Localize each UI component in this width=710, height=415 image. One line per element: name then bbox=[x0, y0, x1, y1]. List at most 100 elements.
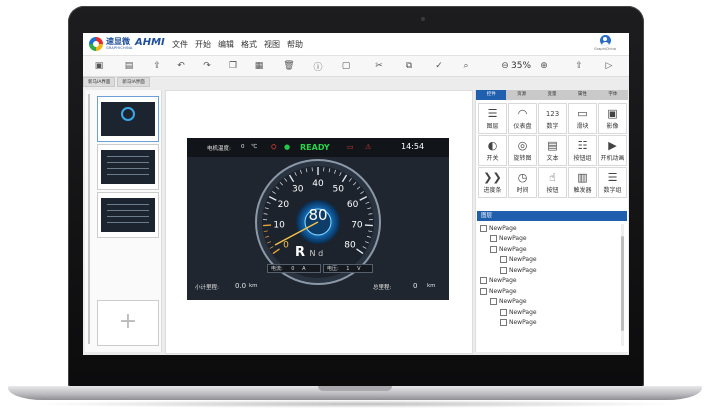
save-icon[interactable]: ▣ bbox=[93, 60, 105, 72]
page-tab[interactable]: 新马IA界面 bbox=[83, 77, 116, 87]
layer-label: NewPage bbox=[499, 245, 527, 253]
info-icon[interactable]: ⓘ bbox=[312, 60, 324, 73]
widget-label: 按钮 bbox=[546, 187, 559, 194]
gear-rest: N d bbox=[309, 249, 324, 258]
thumbnail-scrollbar[interactable] bbox=[88, 94, 90, 344]
layer-node[interactable]: NewPage bbox=[480, 286, 618, 297]
save-as-icon[interactable]: ▤ bbox=[123, 60, 135, 72]
widget-item[interactable]: ◠ 仪表盘 bbox=[508, 103, 537, 134]
widget-icon: ▭ bbox=[577, 107, 588, 120]
widget-item[interactable]: ☰ 数字组 bbox=[598, 167, 627, 198]
current-value: 0 bbox=[291, 266, 295, 272]
widget-item[interactable]: ▭ 滑块 bbox=[568, 103, 597, 134]
layer-node[interactable]: NewPage bbox=[480, 276, 618, 287]
layers-header: 图层 bbox=[477, 211, 627, 221]
upload-icon[interactable]: ⇧ bbox=[573, 60, 585, 72]
page-thumbnail[interactable] bbox=[97, 144, 159, 190]
layer-node[interactable]: NewPage bbox=[480, 234, 618, 245]
search-icon[interactable]: ⌕ bbox=[460, 60, 472, 72]
play-icon[interactable]: ▷ bbox=[603, 60, 615, 72]
widget-item[interactable]: 123 数字 bbox=[538, 103, 567, 134]
layer-node[interactable]: NewPage bbox=[480, 255, 618, 266]
delete-icon[interactable]: 🗑 bbox=[283, 60, 295, 72]
menu-item[interactable]: 开始 bbox=[195, 39, 211, 50]
layer-node[interactable]: NewPage bbox=[480, 307, 618, 318]
check-icon[interactable]: ✓ bbox=[433, 60, 445, 72]
menu-item[interactable]: 格式 bbox=[241, 39, 257, 50]
menu-item[interactable]: 帮助 bbox=[287, 39, 303, 50]
widget-item[interactable]: ◐ 开关 bbox=[478, 135, 507, 166]
widget-item[interactable]: ☝ 按钮 bbox=[538, 167, 567, 198]
layer-checkbox[interactable] bbox=[490, 245, 497, 253]
widget-icon: ▣ bbox=[607, 107, 618, 120]
right-panel-tab[interactable]: 字体 bbox=[598, 90, 628, 100]
page-thumbnail[interactable] bbox=[97, 192, 159, 238]
export-icon[interactable]: ⇪ bbox=[151, 60, 163, 72]
voltage-value: 1 bbox=[346, 266, 350, 272]
redo-icon[interactable]: ↷ bbox=[201, 60, 213, 72]
gauge-tick bbox=[364, 224, 373, 227]
widget-item[interactable]: ▶ 开机动画 bbox=[598, 135, 627, 166]
layer-node[interactable]: NewPage bbox=[480, 265, 618, 276]
gauge-tick-label: 50 bbox=[333, 185, 345, 195]
widget-label: 滑块 bbox=[576, 123, 589, 130]
widget-item[interactable]: ▥ 触发器 bbox=[568, 167, 597, 198]
frame-icon[interactable]: ▢ bbox=[340, 60, 352, 72]
design-canvas[interactable]: 电机温度: 0 ℃ ⛭ ● READY ▭ ⚠ 14:54 0 10 20 30… bbox=[165, 90, 473, 354]
copy-icon[interactable]: ⧉ bbox=[403, 60, 415, 72]
menu-item[interactable]: 文件 bbox=[172, 39, 188, 50]
layer-node[interactable]: NewPage bbox=[480, 223, 618, 234]
dashboard-preview[interactable]: 电机温度: 0 ℃ ⛭ ● READY ▭ ⚠ 14:54 0 10 20 30… bbox=[187, 138, 449, 300]
layer-checkbox[interactable] bbox=[480, 224, 487, 232]
trip-label: 小计里程: bbox=[195, 285, 219, 291]
widget-label: 仪表盘 bbox=[513, 123, 532, 130]
right-panel-tab[interactable]: 控件 bbox=[476, 90, 507, 100]
widget-item[interactable]: ◷ 时间 bbox=[508, 167, 537, 198]
grid-icon[interactable]: ▦ bbox=[253, 60, 265, 72]
laptop-shadow bbox=[30, 400, 680, 408]
user-avatar-icon[interactable] bbox=[599, 35, 611, 46]
layer-node[interactable]: NewPage bbox=[480, 244, 618, 255]
page-thumbnail[interactable] bbox=[97, 96, 159, 142]
speed-value: 80 bbox=[308, 206, 328, 224]
undo-icon[interactable]: ↶ bbox=[175, 60, 187, 72]
layer-node[interactable]: NewPage bbox=[480, 318, 618, 329]
layer-checkbox[interactable] bbox=[500, 308, 507, 316]
right-panel-tab[interactable]: 资源 bbox=[506, 90, 536, 100]
menu-item[interactable]: 视图 bbox=[264, 39, 280, 50]
zoom-in-icon[interactable]: ⊕ bbox=[538, 60, 550, 72]
toolbar: 35% ▣ ▤ ⇪ ↶ ↷ ❐ ▦ 🗑 ⓘ ▢ ✂ ⧉ ✓ ⌕ ⊖ ⊕ ⇧ ▷ bbox=[83, 56, 629, 77]
layer-checkbox[interactable] bbox=[500, 319, 507, 327]
widget-icon: ◎ bbox=[517, 139, 528, 152]
widget-item[interactable]: ◎ 旋转图 bbox=[508, 135, 537, 166]
widget-label: 数字 bbox=[546, 123, 559, 130]
main-menu: 文件 开始 编辑 格式 视图 帮助 bbox=[172, 39, 303, 50]
zoom-out-icon[interactable]: ⊖ bbox=[499, 60, 511, 72]
layer-checkbox[interactable] bbox=[490, 298, 497, 306]
menu-item[interactable]: 编辑 bbox=[218, 39, 234, 50]
layer-checkbox[interactable] bbox=[500, 256, 507, 264]
layer-node[interactable]: NewPage bbox=[480, 297, 618, 308]
layer-checkbox[interactable] bbox=[480, 277, 487, 285]
widget-item[interactable]: ▤ 文本 bbox=[538, 135, 567, 166]
widget-item[interactable]: ☰ 图层 bbox=[478, 103, 507, 134]
right-panel-tab[interactable]: 属性 bbox=[567, 90, 597, 100]
widget-item[interactable]: ▣ 影像 bbox=[598, 103, 627, 134]
layer-scrollbar[interactable] bbox=[621, 224, 624, 346]
widget-item[interactable]: ☷ 按钮组 bbox=[568, 135, 597, 166]
layer-checkbox[interactable] bbox=[490, 235, 497, 243]
right-panel-tab[interactable]: 变量 bbox=[537, 90, 567, 100]
add-page-button[interactable]: + bbox=[97, 300, 159, 346]
cut-icon[interactable]: ✂ bbox=[373, 60, 385, 72]
layer-checkbox[interactable] bbox=[500, 266, 507, 274]
current-unit: A bbox=[302, 266, 306, 272]
widget-icon: ☰ bbox=[487, 107, 498, 120]
total-value: 0 bbox=[413, 282, 418, 290]
layer-checkbox[interactable] bbox=[480, 287, 487, 295]
page-tab[interactable]: 新马IA界面 bbox=[117, 77, 150, 87]
duplicate-icon[interactable]: ❐ bbox=[227, 60, 239, 72]
laptop-notch bbox=[318, 386, 392, 391]
widget-icon: ❯❯ bbox=[483, 171, 502, 184]
widget-item[interactable]: ❯❯ 进度条 bbox=[478, 167, 507, 198]
user-account[interactable]: GraphiChina bbox=[590, 35, 620, 51]
